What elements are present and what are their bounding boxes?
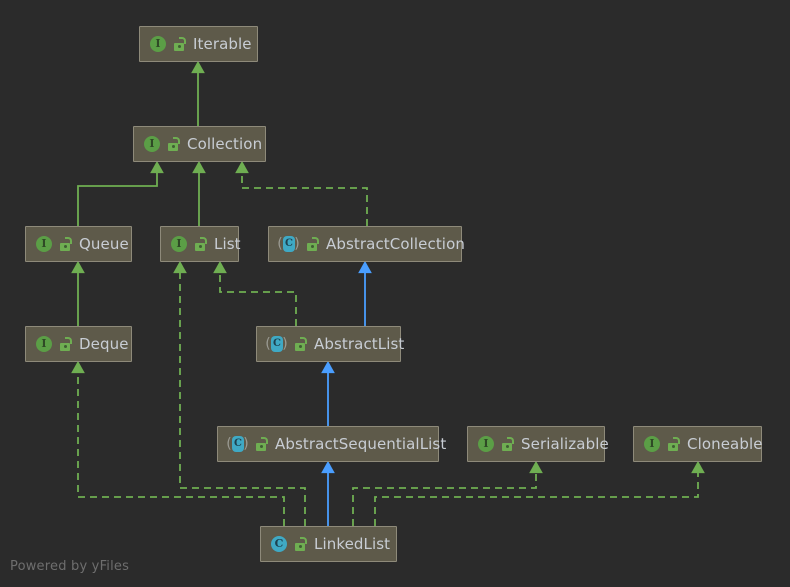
- padlock-keyhole: [177, 45, 181, 48]
- yfiles-watermark: Powered by yFiles: [10, 559, 130, 574]
- interface-letter: I: [483, 437, 489, 450]
- class-node-deque[interactable]: I Deque: [25, 326, 132, 362]
- interface-marker-icon: I: [35, 235, 53, 253]
- interface-marker-icon: I: [35, 335, 53, 353]
- open-padlock-icon: [501, 436, 514, 452]
- interface-letter: I: [41, 237, 47, 250]
- class-node-abstractlist[interactable]: (C) AbstractList: [256, 326, 405, 362]
- abstract-class-marker-icon: (C): [226, 435, 249, 453]
- abstract-close-paren: ): [294, 236, 300, 252]
- open-padlock-icon: [167, 136, 180, 152]
- interface-marker-icon: I: [170, 235, 188, 253]
- class-node-queue[interactable]: I Queue: [25, 226, 132, 262]
- open-padlock-icon: [294, 536, 307, 552]
- class-node-abstractcollection[interactable]: (C) AbstractCollection: [268, 226, 465, 262]
- class-node-label: Collection: [187, 134, 263, 153]
- padlock-keyhole: [259, 445, 263, 448]
- class-node-label: List: [214, 234, 241, 253]
- open-padlock-icon: [173, 36, 186, 52]
- padlock-keyhole: [298, 545, 302, 548]
- class-marker-icon: C: [270, 535, 288, 553]
- class-node-label: AbstractSequentialList: [275, 434, 447, 453]
- interface-letter: I: [155, 37, 161, 50]
- edge-linkedlist-to-cloneable[interactable]: [374, 460, 705, 526]
- interface-letter: I: [176, 237, 182, 250]
- padlock-keyhole: [171, 145, 175, 148]
- class-letter: C: [274, 537, 284, 550]
- class-node-iterable[interactable]: I Iterable: [139, 26, 258, 62]
- interface-marker-icon: I: [149, 35, 167, 53]
- class-node-label: Queue: [79, 234, 129, 253]
- open-padlock-icon: [294, 336, 307, 352]
- class-node-label: Serializable: [521, 434, 609, 453]
- class-node-serializable[interactable]: I Serializable: [467, 426, 609, 462]
- padlock-keyhole: [505, 445, 509, 448]
- interface-marker-icon: I: [643, 435, 661, 453]
- class-node-label: LinkedList: [314, 534, 391, 553]
- class-node-label: AbstractList: [314, 334, 405, 353]
- uml-class-diagram: I Iterable I Collection I Queue I List (C) Abstra…: [0, 0, 790, 587]
- open-padlock-icon: [194, 236, 207, 252]
- class-node-list[interactable]: I List: [160, 226, 241, 262]
- abstract-class-marker-icon: (C): [277, 235, 300, 253]
- open-padlock-icon: [255, 436, 268, 452]
- open-padlock-icon: [59, 236, 72, 252]
- padlock-keyhole: [198, 245, 202, 248]
- class-node-linkedlist[interactable]: C LinkedList: [260, 526, 397, 562]
- padlock-keyhole: [671, 445, 675, 448]
- interface-letter: I: [149, 137, 155, 150]
- padlock-keyhole: [310, 245, 314, 248]
- class-node-label: Deque: [79, 334, 129, 353]
- padlock-keyhole: [63, 345, 67, 348]
- open-padlock-icon: [306, 236, 319, 252]
- class-node-cloneable[interactable]: I Cloneable: [633, 426, 762, 462]
- edge-layer: [71, 60, 705, 526]
- edge-linkedlist-to-serializable[interactable]: [352, 460, 543, 526]
- edge-abstractlist-to-list[interactable]: [213, 260, 297, 326]
- interface-marker-icon: I: [143, 135, 161, 153]
- abstract-close-paren: ): [282, 336, 288, 352]
- interface-marker-icon: I: [477, 435, 495, 453]
- edge-queue-to-collection[interactable]: [77, 160, 164, 226]
- edge-linkedlist-to-list[interactable]: [173, 260, 306, 526]
- abstract-close-paren: ): [243, 436, 249, 452]
- class-node-label: Iterable: [193, 34, 252, 53]
- padlock-keyhole: [63, 245, 67, 248]
- open-padlock-icon: [59, 336, 72, 352]
- interface-letter: I: [649, 437, 655, 450]
- edge-abstractcollection-to-collection[interactable]: [235, 160, 368, 226]
- open-padlock-icon: [667, 436, 680, 452]
- class-node-label: AbstractCollection: [326, 234, 465, 253]
- abstract-class-marker-icon: (C): [265, 335, 288, 353]
- interface-letter: I: [41, 337, 47, 350]
- padlock-keyhole: [298, 345, 302, 348]
- class-node-collection[interactable]: I Collection: [133, 126, 266, 162]
- class-node-abstractsequentiallist[interactable]: (C) AbstractSequentialList: [217, 426, 446, 462]
- class-node-label: Cloneable: [687, 434, 763, 453]
